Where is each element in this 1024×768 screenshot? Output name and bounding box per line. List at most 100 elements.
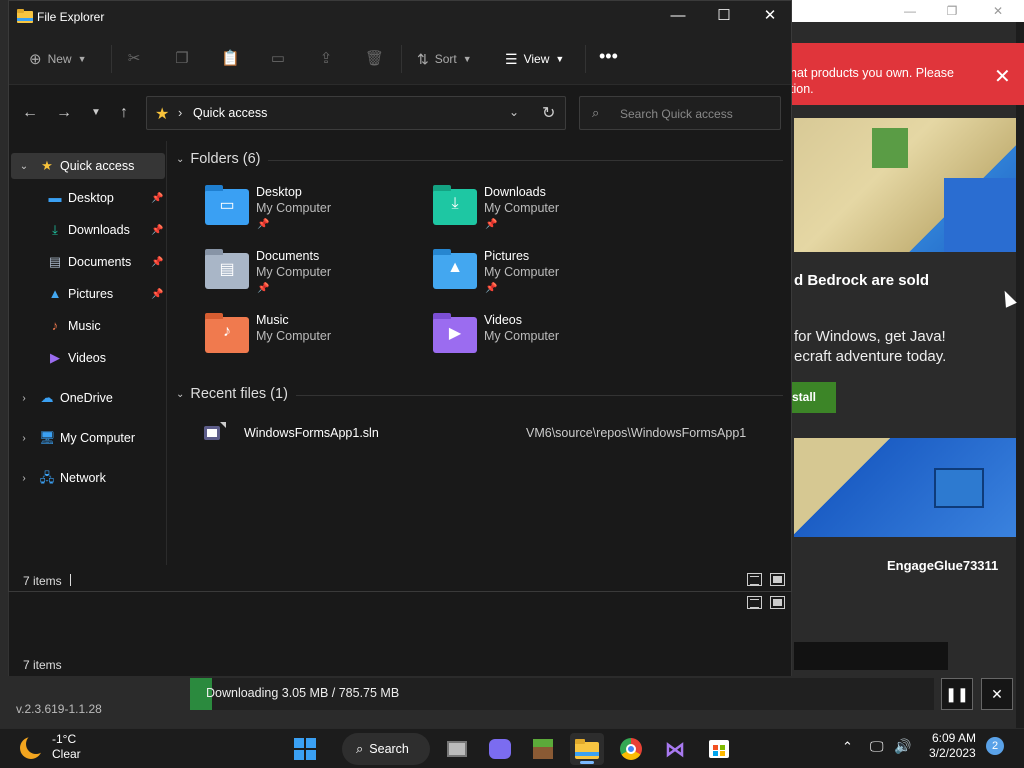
sidebar-item-documents[interactable]: ▤ Documents 📌 — [11, 249, 165, 275]
table-row[interactable]: WindowsFormsApp1.sln VM6\source\repos\Wi… — [168, 421, 748, 445]
task-view-button[interactable] — [440, 733, 474, 765]
chevron-down-icon[interactable]: ⌄ — [176, 154, 184, 165]
folder-tile-music[interactable]: ♪ Music My Computer — [205, 313, 425, 369]
folder-tile-pictures[interactable]: ▲ Pictures My Computer 📌 — [433, 249, 653, 305]
folder-tile-downloads[interactable]: ⤓ Downloads My Computer 📌 — [433, 185, 653, 241]
maximize-button[interactable]: ☐ — [701, 1, 747, 33]
tiles-view-icon[interactable] — [770, 573, 785, 586]
clock-date[interactable]: 3/2/2023 — [929, 746, 976, 760]
chevron-right-icon[interactable]: › — [19, 473, 29, 484]
show-hidden-icons-chevron-icon[interactable]: ⌃ — [842, 739, 853, 755]
minecraft-launcher-button[interactable] — [526, 733, 560, 765]
launcher-scrollbar[interactable] — [1016, 22, 1024, 728]
search-input[interactable]: ⌕ Search Quick access — [579, 96, 781, 130]
folder-tile-documents[interactable]: ▤ Documents My Computer 📌 — [205, 249, 425, 305]
install-button[interactable]: stall — [790, 382, 836, 413]
section-divider — [296, 395, 783, 396]
sidebar-item-label: Desktop — [68, 191, 114, 205]
downloads-icon: ⤓ — [52, 222, 58, 237]
visual-studio-button[interactable]: ⋈ — [658, 733, 692, 765]
details-view-icon[interactable] — [747, 573, 762, 586]
network-icon[interactable]: 🖵 — [870, 738, 884, 755]
sidebar-item-music[interactable]: ♪ Music — [11, 313, 165, 339]
new-button[interactable]: ⊕ New ▼ — [29, 49, 87, 69]
sidebar-item-pictures[interactable]: ▲ Pictures 📌 — [11, 281, 165, 307]
launcher-minimize-button[interactable]: — — [900, 2, 920, 20]
tiles-view-icon[interactable] — [770, 596, 785, 609]
back-arrow-icon[interactable]: ← — [19, 103, 41, 123]
weather-condition[interactable]: Clear — [52, 747, 81, 761]
clock-time[interactable]: 6:09 AM — [932, 731, 976, 745]
status-divider — [70, 574, 71, 586]
taskbar-search-button[interactable]: ⌕ Search — [342, 733, 430, 765]
sidebar-item-label: Network — [60, 471, 106, 485]
folder-tile-desktop[interactable]: ▭ Desktop My Computer 📌 — [205, 185, 425, 241]
section-divider — [268, 160, 783, 161]
background-explorer-window: 7 items — [8, 590, 792, 676]
computer-icon: 🖥 — [39, 430, 56, 445]
navigation-pane: ⌄ ★ Quick access ▬ Desktop 📌 ⤓ Downloads… — [9, 141, 167, 565]
start-button[interactable] — [288, 733, 322, 765]
username-label[interactable]: EngageGlue73311 — [887, 558, 998, 573]
pin-icon: 📌 — [485, 219, 498, 230]
refresh-icon[interactable]: ↻ — [542, 103, 555, 123]
close-button[interactable]: ✕ — [747, 1, 793, 33]
chat-button[interactable] — [483, 733, 517, 765]
pin-icon: 📌 — [257, 283, 270, 294]
copy-icon[interactable]: ❐ — [173, 50, 191, 68]
view-button[interactable]: ☰ View ▼ — [505, 49, 564, 69]
volume-icon[interactable]: 🔊 — [894, 738, 911, 755]
chevron-down-icon[interactable]: ⌄ — [176, 389, 184, 400]
pause-download-button[interactable]: ❚❚ — [941, 678, 973, 710]
sidebar-item-my-computer[interactable]: › 🖥 My Computer — [11, 425, 165, 451]
sidebar-item-downloads[interactable]: ⤓ Downloads 📌 — [11, 217, 165, 243]
sidebar-item-quick-access[interactable]: ⌄ ★ Quick access — [11, 153, 165, 179]
music-icon: ♪ — [51, 318, 59, 333]
launcher-restore-button[interactable]: ❐ — [942, 2, 962, 20]
recent-files-section-header[interactable]: ⌄ Recent files (1) — [176, 386, 288, 402]
view-label: View — [523, 52, 550, 66]
breadcrumb-chevron-icon[interactable]: › — [178, 105, 182, 120]
launcher-close-button[interactable]: ✕ — [988, 2, 1008, 20]
chevron-right-icon[interactable]: › — [19, 433, 29, 444]
share-icon[interactable]: ⇪ — [317, 50, 335, 68]
folders-section-header[interactable]: ⌄ Folders (6) — [176, 151, 261, 167]
cancel-download-button[interactable]: ✕ — [981, 678, 1013, 710]
sort-button[interactable]: ⇅ Sort ▼ — [417, 49, 472, 69]
sidebar-item-videos[interactable]: ▶ Videos — [11, 345, 165, 371]
chat-icon — [489, 739, 511, 759]
more-options-icon[interactable]: ••• — [599, 47, 618, 65]
sidebar-item-label: Music — [68, 319, 101, 333]
explorer-titlebar[interactable]: File Explorer — ☐ ✕ — [9, 1, 791, 33]
delete-icon[interactable]: 🗑 — [365, 50, 384, 68]
address-field[interactable]: ★ › Quick access ⌄ ↻ — [146, 96, 566, 130]
notification-badge[interactable]: 2 — [986, 737, 1004, 755]
moon-icon[interactable] — [20, 734, 46, 759]
cut-icon[interactable]: ✂ — [125, 50, 143, 68]
minimize-button[interactable]: — — [655, 1, 701, 33]
sort-label: Sort — [434, 52, 457, 66]
chrome-button[interactable] — [614, 733, 648, 765]
close-icon[interactable]: ✕ — [994, 67, 1011, 87]
microsoft-store-button[interactable] — [702, 733, 736, 765]
active-indicator — [580, 761, 594, 764]
up-arrow-icon[interactable]: ↑ — [113, 103, 135, 123]
sidebar-item-network[interactable]: › 🖧 Network — [11, 465, 165, 491]
chevron-down-icon[interactable]: ⌄ — [19, 161, 29, 172]
folder-tile-videos[interactable]: ▶ Videos My Computer — [433, 313, 653, 369]
sidebar-item-onedrive[interactable]: › ☁ OneDrive — [11, 385, 165, 411]
chevron-right-icon[interactable]: › — [19, 393, 29, 404]
sidebar-item-desktop[interactable]: ▬ Desktop 📌 — [11, 185, 165, 211]
forward-arrow-icon[interactable]: → — [53, 103, 75, 123]
rename-icon[interactable]: ▭ — [269, 50, 287, 68]
pin-icon: 📌 — [485, 283, 498, 294]
recent-file-path: VM6\source\repos\WindowsFormsApp1 — [526, 426, 747, 440]
address-history-chevron-icon[interactable]: ⌄ — [509, 105, 519, 119]
paste-icon[interactable]: 📋 — [221, 50, 240, 68]
minecraft-artwork-image — [794, 118, 1016, 252]
recent-locations-chevron-icon[interactable]: ▼ — [85, 103, 107, 123]
details-view-icon[interactable] — [747, 596, 762, 609]
breadcrumb-quick-access[interactable]: Quick access — [193, 106, 267, 120]
weather-temperature[interactable]: -1°C — [52, 732, 76, 746]
file-explorer-taskbar-button[interactable] — [570, 733, 604, 765]
